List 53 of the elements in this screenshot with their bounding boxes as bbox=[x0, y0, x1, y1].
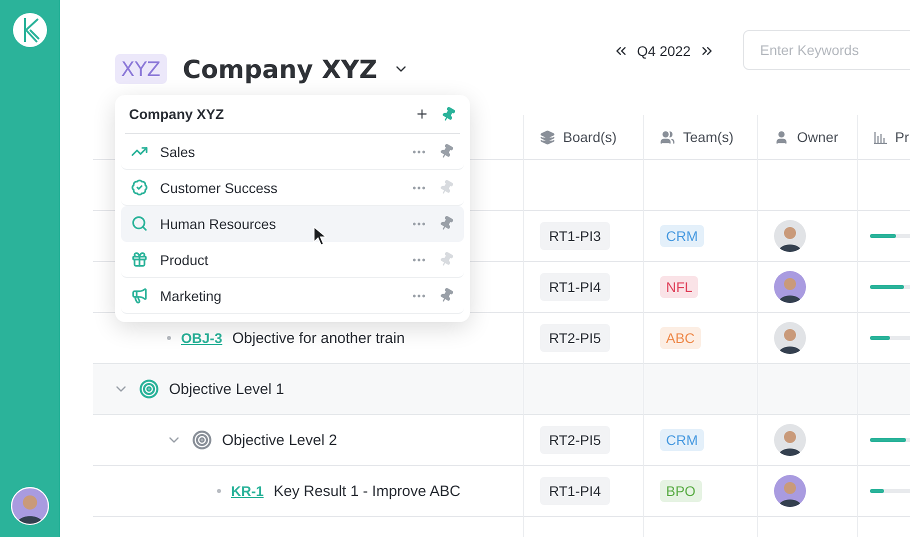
menu-title: Company XYZ bbox=[129, 106, 225, 122]
person-icon bbox=[774, 130, 789, 144]
board-tag: RT1-PI3 bbox=[540, 222, 610, 250]
menu-item-label: Human Resources bbox=[160, 216, 277, 232]
target-icon bbox=[192, 430, 212, 450]
item-title: Objective for another train bbox=[232, 330, 405, 346]
board-tag: RT2-PI5 bbox=[540, 324, 610, 352]
team-tag: BPO bbox=[660, 480, 702, 502]
column-header[interactable]: Team(s) bbox=[683, 129, 734, 145]
avatar bbox=[774, 271, 806, 303]
team-tag: NFL bbox=[660, 276, 698, 298]
objective-title: Objective Level 2 bbox=[222, 432, 338, 448]
target-icon bbox=[139, 379, 159, 399]
magnifier-icon bbox=[131, 215, 148, 232]
board-tag: RT1-PI4 bbox=[540, 477, 610, 505]
avatar bbox=[774, 424, 806, 456]
item-title: Key Result 1 - Improve ABC bbox=[274, 482, 460, 500]
objective-title: Objective Level 1 bbox=[169, 380, 284, 398]
menu-item-label: Customer Success bbox=[160, 180, 278, 196]
bullet-icon bbox=[167, 336, 171, 340]
logo-icon[interactable] bbox=[12, 12, 48, 48]
menu-item-label: Marketing bbox=[160, 288, 222, 304]
bullet-icon bbox=[217, 489, 221, 493]
team-tag: CRM bbox=[660, 225, 704, 247]
avatar bbox=[774, 322, 806, 354]
menu-item[interactable]: Human Resources bbox=[121, 206, 464, 242]
board-tag: RT2-PI5 bbox=[540, 426, 610, 454]
team-tag: ABC bbox=[660, 327, 701, 349]
column-header[interactable]: Pr bbox=[895, 129, 909, 145]
menu-item-label: Product bbox=[160, 252, 210, 268]
avatar bbox=[774, 220, 806, 252]
menu-item[interactable]: Product bbox=[121, 242, 464, 278]
bar-chart-icon bbox=[874, 130, 887, 144]
search-field[interactable]: Enter Keywords bbox=[743, 30, 910, 70]
people-icon bbox=[660, 130, 675, 144]
page-title[interactable]: Company XYZ bbox=[182, 54, 378, 84]
avatar bbox=[774, 475, 806, 507]
menu-item[interactable]: Marketing bbox=[121, 278, 464, 314]
menu-item-label: Sales bbox=[160, 144, 196, 160]
avatar bbox=[11, 487, 49, 525]
company-badge: XYZ bbox=[115, 54, 167, 84]
column-header[interactable]: Board(s) bbox=[563, 129, 617, 145]
period-label: Q4 2022 bbox=[637, 43, 691, 59]
megaphone-icon bbox=[131, 287, 148, 304]
badge-check-icon bbox=[131, 179, 148, 196]
layers-icon bbox=[540, 130, 555, 144]
menu-item[interactable]: Sales bbox=[121, 134, 464, 170]
add-icon[interactable] bbox=[415, 107, 429, 121]
cursor-icon bbox=[313, 226, 329, 246]
gift-icon bbox=[131, 251, 148, 268]
board-tag: RT1-PI4 bbox=[540, 273, 610, 301]
column-header[interactable]: Owner bbox=[797, 129, 838, 145]
team-tag: CRM bbox=[660, 429, 704, 451]
